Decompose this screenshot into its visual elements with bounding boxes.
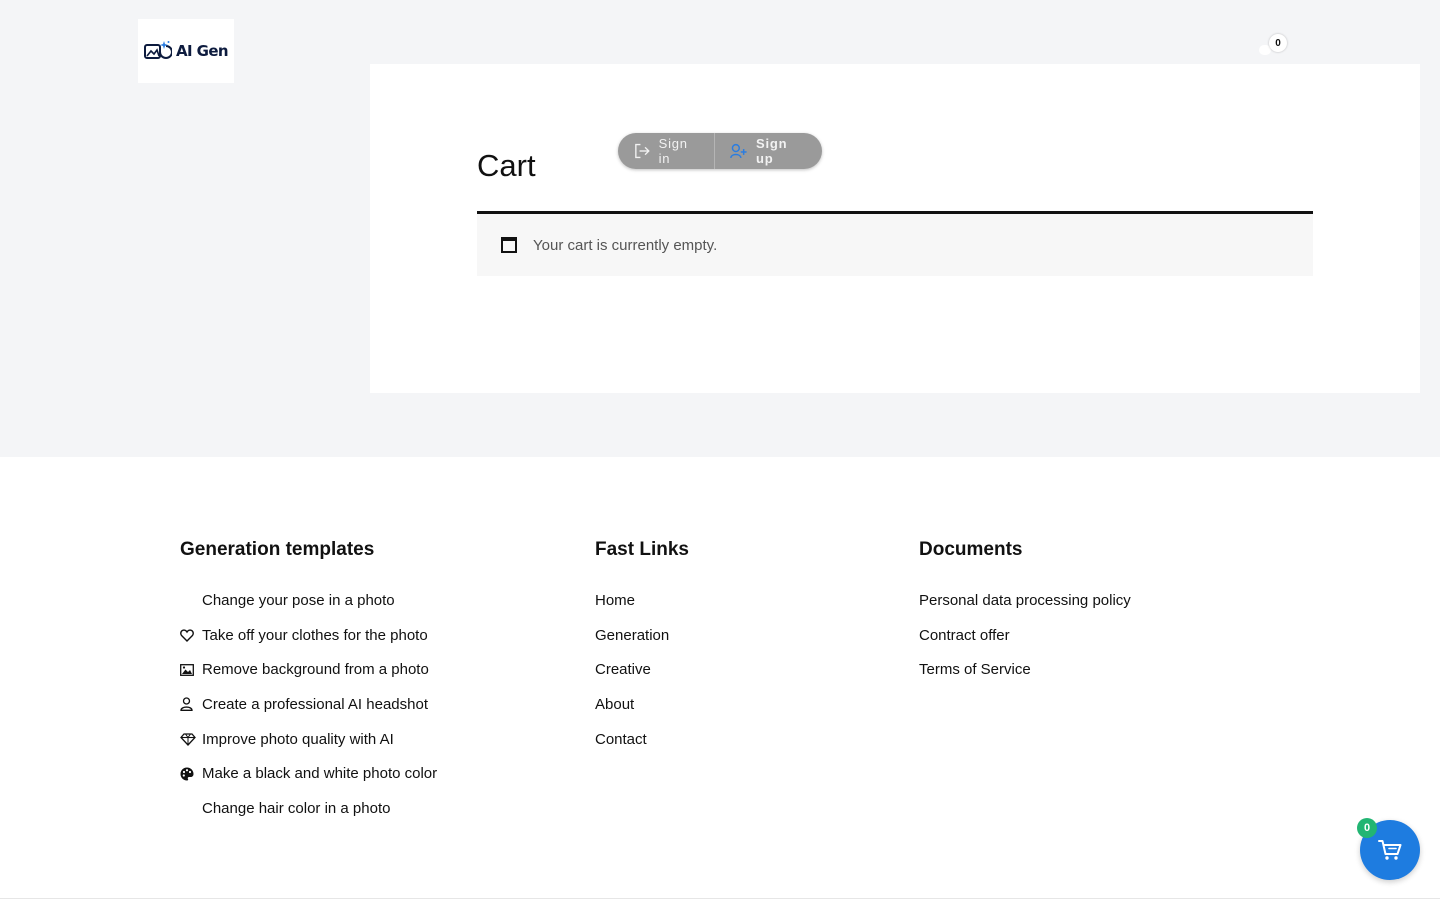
footer-link-generation[interactable]: Generation [595, 618, 689, 653]
footer-fast-links-heading: Fast Links [595, 539, 689, 560]
footer-link-terms[interactable]: Terms of Service [919, 652, 1131, 687]
footer-link-about[interactable]: About [595, 687, 689, 722]
page-title: Cart [477, 148, 536, 183]
footer-link-home[interactable]: Home [595, 583, 689, 618]
footer-templates-heading: Generation templates [180, 539, 375, 560]
add-user-icon [730, 143, 748, 159]
header-cart-count-badge: 0 [1269, 34, 1287, 52]
footer-link-creative[interactable]: Creative [595, 652, 689, 687]
footer-templates-column: Generation templates Change your pose in… [180, 537, 437, 826]
floating-cart-button[interactable]: 0 [1357, 818, 1420, 880]
footer-link-privacy-policy[interactable]: Personal data processing policy [919, 583, 1131, 618]
footer-template-label: Take off your clothes for the photo [202, 626, 428, 644]
sign-in-label: Sign in [658, 136, 688, 166]
footer-link-contact[interactable]: Contact [595, 722, 689, 757]
footer-template-label: Change hair color in a photo [202, 799, 391, 817]
footer-template-link[interactable]: Create a professional AI headshot [180, 687, 437, 722]
diamond-icon [180, 731, 202, 747]
footer-link-contract-offer[interactable]: Contract offer [919, 618, 1131, 653]
auth-pill: Sign in Sign up [618, 133, 822, 169]
sign-in-button[interactable]: Sign in [618, 133, 716, 169]
blank-icon [180, 800, 202, 816]
logo-text: AI Gen [176, 42, 229, 60]
footer-template-link[interactable]: Change hair color in a photo [180, 791, 437, 826]
palette-icon [180, 766, 202, 782]
footer-bottom-divider [0, 898, 1440, 899]
footer-template-link[interactable]: Make a black and white photo color [180, 756, 437, 791]
window-icon [501, 237, 517, 253]
footer-documents-heading: Documents [919, 539, 1023, 560]
floating-cart-count-badge: 0 [1357, 818, 1377, 838]
footer-template-label: Improve photo quality with AI [202, 730, 394, 748]
blank-icon [180, 592, 202, 608]
logo-icon [144, 41, 172, 59]
sign-up-button[interactable]: Sign up [715, 133, 822, 169]
header-cart-button[interactable]: 0 [1258, 34, 1292, 62]
footer-documents-column: Documents Personal data processing polic… [919, 537, 1131, 687]
footer-template-link[interactable]: Change your pose in a photo [180, 583, 437, 618]
footer-template-label: Create a professional AI headshot [202, 695, 428, 713]
cart-empty-message: Your cart is currently empty. [533, 236, 718, 254]
footer-template-link[interactable]: Improve photo quality with AI [180, 722, 437, 757]
cart-empty-notice: Your cart is currently empty. [477, 214, 1313, 276]
cart-icon [1378, 840, 1402, 860]
sign-in-icon [635, 143, 650, 159]
footer-template-link[interactable]: Remove background from a photo [180, 652, 437, 687]
footer-template-label: Make a black and white photo color [202, 765, 438, 783]
sign-up-label: Sign up [756, 136, 788, 166]
footer-template-label: Remove background from a photo [202, 661, 429, 679]
image-icon [180, 662, 202, 678]
heart-icon [180, 627, 202, 643]
footer-template-link[interactable]: Take off your clothes for the photo [180, 618, 437, 653]
user-icon [180, 696, 202, 712]
footer-template-label: Change your pose in a photo [202, 591, 395, 609]
footer-fast-links-column: Fast Links Home Generation Creative Abou… [595, 537, 689, 756]
site-logo[interactable]: AI Gen [138, 19, 234, 83]
